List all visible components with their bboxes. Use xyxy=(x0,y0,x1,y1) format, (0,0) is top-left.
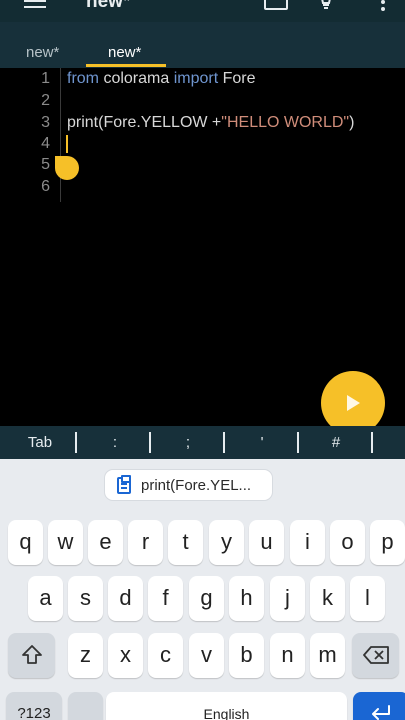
cursor-handle[interactable] xyxy=(55,156,79,180)
line-number: 6 xyxy=(41,178,50,195)
symbol-tab[interactable]: Tab xyxy=(14,426,66,459)
clipboard-text: print(Fore.YEL... xyxy=(141,477,252,494)
clipboard-icon xyxy=(117,475,131,494)
string-literal: "HELLO WORLD" xyxy=(221,114,350,131)
bulb-icon[interactable] xyxy=(318,0,334,12)
symbol-bar: Tab : ; ' # xyxy=(0,426,405,459)
on-screen-keyboard: print(Fore.YEL... q w e r t y u i o p a … xyxy=(0,459,405,720)
play-icon xyxy=(347,395,360,411)
folder-icon[interactable] xyxy=(264,0,288,10)
active-tab-indicator xyxy=(86,64,166,67)
key-b[interactable]: b xyxy=(229,633,264,678)
print-call: print(Fore.YELLOW + xyxy=(67,114,222,131)
separator xyxy=(223,432,225,453)
tab-bar: new* new* xyxy=(0,22,405,68)
text-cursor xyxy=(66,135,68,153)
key-x[interactable]: x xyxy=(108,633,143,678)
key-f[interactable]: f xyxy=(148,576,183,621)
backspace-key[interactable] xyxy=(352,633,399,678)
backspace-icon xyxy=(362,646,389,664)
key-w[interactable]: w xyxy=(48,520,83,565)
separator xyxy=(297,432,299,453)
key-i[interactable]: i xyxy=(290,520,325,565)
key-g[interactable]: g xyxy=(189,576,224,621)
space-key[interactable]: English xyxy=(106,692,347,720)
key-p[interactable]: p xyxy=(370,520,405,565)
line-number: 2 xyxy=(41,92,50,109)
separator xyxy=(149,432,151,453)
symbol-quote[interactable]: ' xyxy=(242,426,282,459)
key-d[interactable]: d xyxy=(108,576,143,621)
symbols-key[interactable]: ?123 xyxy=(6,692,62,720)
key-u[interactable]: u xyxy=(249,520,284,565)
tab-file-1[interactable]: new* xyxy=(26,44,59,61)
line-number: 5 xyxy=(41,156,50,173)
enter-key[interactable] xyxy=(353,692,405,720)
clipboard-suggestion[interactable]: print(Fore.YEL... xyxy=(104,469,273,501)
tab-file-2-active[interactable]: new* xyxy=(108,44,141,61)
gutter-divider xyxy=(60,68,61,202)
key-a[interactable]: a xyxy=(28,576,63,621)
key-k[interactable]: k xyxy=(310,576,345,621)
app-bar: new* xyxy=(0,0,405,22)
closing-paren: ) xyxy=(349,114,355,131)
key-c[interactable]: c xyxy=(148,633,183,678)
separator xyxy=(371,432,373,453)
keyword-from: from xyxy=(67,70,99,87)
key-e[interactable]: e xyxy=(88,520,123,565)
menu-icon[interactable] xyxy=(24,0,46,12)
key-m[interactable]: m xyxy=(310,633,345,678)
import-name: Fore xyxy=(218,70,256,87)
key-z[interactable]: z xyxy=(68,633,103,678)
key-r[interactable]: r xyxy=(128,520,163,565)
key-y[interactable]: y xyxy=(209,520,244,565)
symbol-hash[interactable]: # xyxy=(316,426,356,459)
key-s[interactable]: s xyxy=(68,576,103,621)
line-number: 1 xyxy=(41,70,50,87)
symbol-colon[interactable]: : xyxy=(95,426,135,459)
more-icon[interactable] xyxy=(380,0,386,14)
key-v[interactable]: v xyxy=(189,633,224,678)
enter-icon xyxy=(372,705,390,720)
key-t[interactable]: t xyxy=(168,520,203,565)
shift-icon xyxy=(21,645,42,664)
line-number: 3 xyxy=(41,114,50,131)
code-editor[interactable]: 1 2 3 4 5 6 from colorama import Fore pr… xyxy=(0,68,405,435)
separator xyxy=(75,432,77,453)
code-line-3: print(Fore.YELLOW +"HELLO WORLD") xyxy=(67,114,354,132)
key-o[interactable]: o xyxy=(330,520,365,565)
key-j[interactable]: j xyxy=(270,576,305,621)
shift-key[interactable] xyxy=(8,633,55,678)
code-line-1: from colorama import Fore xyxy=(67,70,256,88)
app-title: new* xyxy=(86,0,131,12)
module-name: colorama xyxy=(99,70,174,87)
symbol-semicolon[interactable]: ; xyxy=(168,426,208,459)
keyword-import: import xyxy=(173,70,219,87)
comma-key[interactable] xyxy=(68,692,103,720)
key-q[interactable]: q xyxy=(8,520,43,565)
key-h[interactable]: h xyxy=(229,576,264,621)
key-l[interactable]: l xyxy=(350,576,385,621)
line-number: 4 xyxy=(41,135,50,152)
key-n[interactable]: n xyxy=(270,633,305,678)
